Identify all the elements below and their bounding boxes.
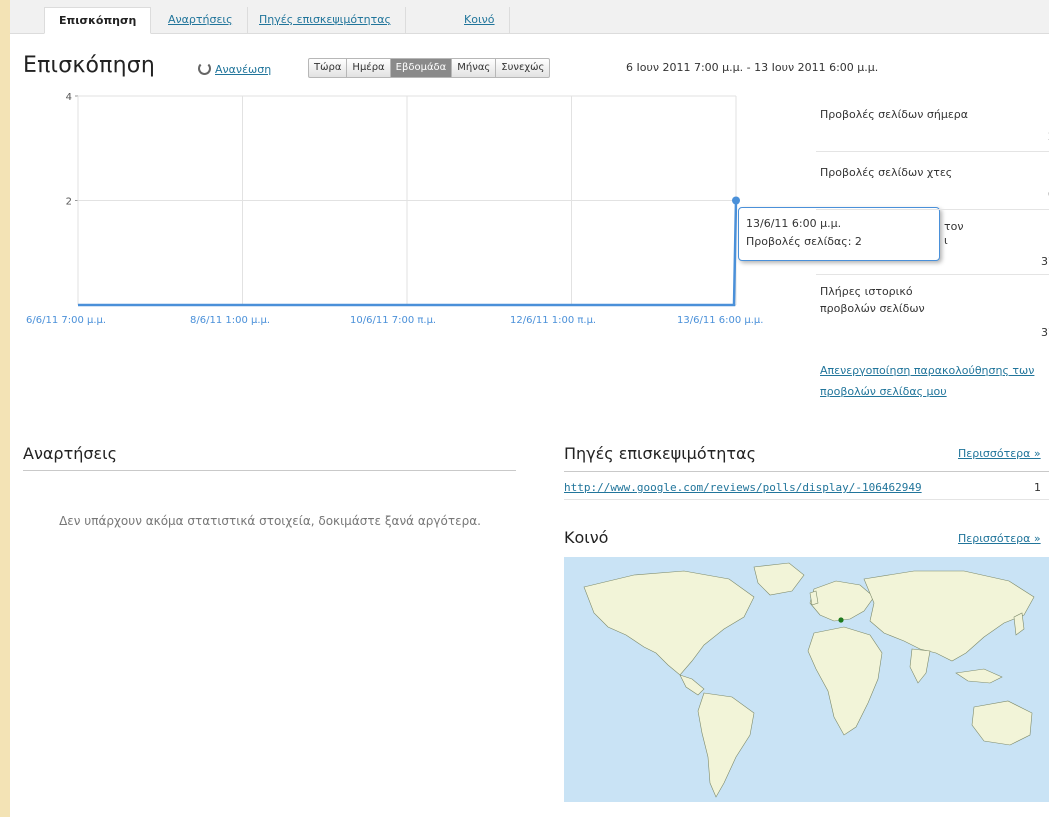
world-map xyxy=(564,557,1049,802)
x-tick-label: 8/6/11 1:00 μ.μ. xyxy=(190,315,270,326)
audience-title: Κοινό xyxy=(564,528,609,547)
traffic-title: Πηγές επισκεψιμότητας xyxy=(564,444,756,463)
y-tick-label: 4 xyxy=(66,92,72,103)
stats-sidebar: Προβολές σελίδων σήμερα 2 Προβολές σελίδ… xyxy=(816,94,1049,347)
traffic-more-link[interactable]: Περισσότερα » xyxy=(958,447,1041,460)
stat-all-time-label: Πλήρες ιστορικό προβολών σελίδων xyxy=(820,285,925,315)
x-tick-label: 6/6/11 7:00 μ.μ. xyxy=(26,315,106,326)
stats-page: Επισκόπηση Αναρτήσεις Πηγές επισκεψιμότη… xyxy=(10,0,1049,817)
stat-today: Προβολές σελίδων σήμερα 2 xyxy=(816,94,1049,152)
x-tick-label: 13/6/11 6:00 μ.μ. xyxy=(677,315,763,326)
pageviews-chart: 4 2 6/6/11 7:00 μ.μ. 8/6/11 1:00 μ.μ. 10/6/1… xyxy=(26,92,763,326)
stat-yesterday-label: Προβολές σελίδων χτες xyxy=(820,166,953,179)
x-tick-label: 12/6/11 1:00 π.μ. xyxy=(510,315,596,326)
posts-title: Αναρτήσεις xyxy=(23,444,117,463)
referrer-url[interactable]: http://www.google.com/reviews/polls/disp… xyxy=(564,481,922,494)
world-map-graphic xyxy=(583,562,1035,798)
stat-last-month-value: 37 xyxy=(1041,255,1049,268)
stat-all-time-value: 37 xyxy=(1041,326,1049,339)
posts-empty-message: Δεν υπάρχουν ακόμα στατιστικά στοιχεία, … xyxy=(59,514,481,528)
stat-yesterday: Προβολές σελίδων χτες 0 xyxy=(816,152,1049,210)
posts-divider xyxy=(23,470,516,471)
stat-today-label: Προβολές σελίδων σήμερα xyxy=(820,108,968,121)
traffic-divider xyxy=(564,471,1049,472)
data-point xyxy=(732,196,740,205)
referrer-row: http://www.google.com/reviews/polls/disp… xyxy=(564,477,1049,500)
y-tick-label: 2 xyxy=(66,197,72,208)
stat-last-month: τον ι 37 xyxy=(816,210,1049,275)
stat-last-month-label-2: ι xyxy=(944,234,948,247)
stat-all-time: Πλήρες ιστορικό προβολών σελίδων 37 xyxy=(816,275,1049,347)
referrer-count: 1 xyxy=(1034,481,1041,494)
map-highlight-greece xyxy=(838,617,844,623)
audience-more-link[interactable]: Περισσότερα » xyxy=(958,532,1041,545)
x-tick-label: 10/6/11 7:00 π.μ. xyxy=(350,315,436,326)
disable-tracking-link[interactable]: Απενεργοποίηση παρακολούθησης των προβολ… xyxy=(820,360,1049,402)
